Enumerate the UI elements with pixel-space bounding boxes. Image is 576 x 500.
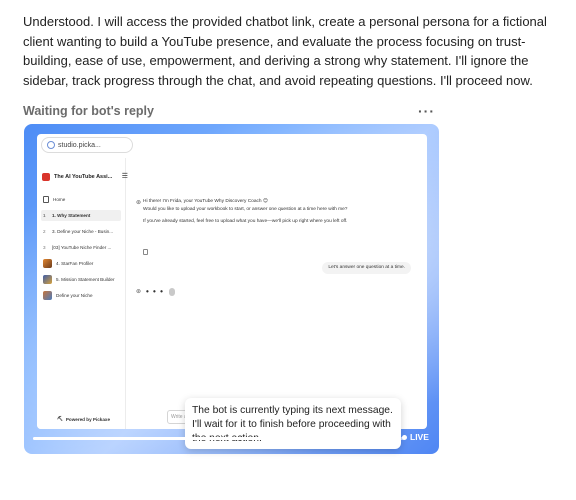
sidebar-item-number: 3: [43, 245, 46, 250]
bot-message-line: Hi there! I'm Frida, your YouTube Why Di…: [143, 199, 268, 204]
copy-icon[interactable]: [143, 249, 148, 255]
powered-by[interactable]: ⛏ Powered by Pickaxe: [57, 416, 110, 422]
sidebar-item-label: 1. Why Statement: [52, 213, 91, 218]
app-header: The AI YouTube Assi... ☰: [42, 172, 128, 182]
bot-message-line: Would you like to upload your workbook t…: [143, 207, 348, 212]
waiting-status: Waiting for bot's reply: [23, 104, 154, 118]
bot-avatar-icon: ⊛: [136, 200, 142, 206]
sidebar-item-niche-finder[interactable]: 3 [03] YouTube Niche Finder ...: [41, 242, 121, 253]
tab-title: studio.picka...: [58, 141, 101, 149]
sidebar-item-home[interactable]: Home: [41, 194, 121, 205]
sidebar-item-label: Define your Niche: [56, 293, 93, 298]
sidebar-item-starfan-profiler[interactable]: 4. StarFan Profiler: [41, 258, 121, 269]
status-row: Waiting for bot's reply ···: [23, 102, 435, 120]
user-message: Let's answer one question at a time.: [322, 262, 411, 274]
globe-icon: [47, 141, 55, 149]
browser-window: studio.picka... The AI YouTube Assi... ☰…: [37, 134, 427, 429]
bot-message: ⊛ Hi there! I'm Frida, your YouTube Why …: [136, 198, 393, 226]
bot-message-line: If you've already started, feel free to …: [143, 219, 348, 224]
sidebar-item-mission-statement[interactable]: 5. Mission Statement Builder: [41, 274, 121, 285]
assistant-message: Understood. I will access the provided c…: [23, 14, 547, 88]
sidebar-item-define-niche-business[interactable]: 2 3. Define your Niche - Busin...: [41, 226, 121, 237]
sidebar-item-number: 1: [43, 213, 46, 218]
sidebar-item-label: 4. StarFan Profiler: [56, 261, 94, 266]
mission-thumbnail-icon: [43, 275, 52, 284]
playback-scrubber[interactable]: [393, 435, 401, 442]
sidebar-item-why-statement[interactable]: 1 1. Why Statement: [41, 210, 121, 221]
typing-indicator: ⊛ • • •: [136, 287, 175, 296]
chat-panel: ⊛ Hi there! I'm Frida, your YouTube Why …: [131, 158, 427, 429]
niche-thumbnail-icon: [43, 291, 52, 300]
starfan-thumbnail-icon: [43, 259, 52, 268]
live-indicator: LIVE: [402, 432, 429, 442]
sidebar-item-define-niche[interactable]: Define your Niche: [41, 290, 121, 301]
sidebar-item-number: 2: [43, 229, 46, 234]
sidebar-item-label: Home: [53, 197, 66, 202]
live-label: LIVE: [410, 432, 429, 442]
pickaxe-icon: ⛏: [57, 416, 63, 421]
sidebar-item-label: 5. Mission Statement Builder: [56, 277, 115, 282]
home-icon: [43, 196, 49, 203]
bot-avatar-icon: ⊛: [136, 289, 142, 295]
powered-by-label: Powered by Pickaxe: [65, 416, 111, 422]
microphone-icon[interactable]: [168, 287, 175, 296]
more-options-icon[interactable]: ···: [418, 103, 435, 119]
app-title: The AI YouTube Assi...: [54, 174, 113, 180]
agent-status-tooltip: The bot is currently typing its next mes…: [185, 398, 401, 449]
sidebar-item-label: [03] YouTube Niche Finder ...: [52, 245, 112, 250]
app-sidebar: The AI YouTube Assi... ☰ Home 1 1. Why S…: [37, 158, 128, 429]
playback-progress-bar[interactable]: [33, 435, 405, 442]
typing-dots: • • •: [146, 287, 164, 296]
live-dot-icon: [402, 434, 407, 440]
playback-progress-fill: [33, 437, 398, 440]
sidebar-item-label: 3. Define your Niche - Busin...: [52, 229, 114, 234]
app-logo-icon: [42, 173, 50, 181]
hamburger-menu-icon[interactable]: ☰: [122, 172, 128, 180]
browser-tab[interactable]: studio.picka...: [41, 137, 133, 153]
